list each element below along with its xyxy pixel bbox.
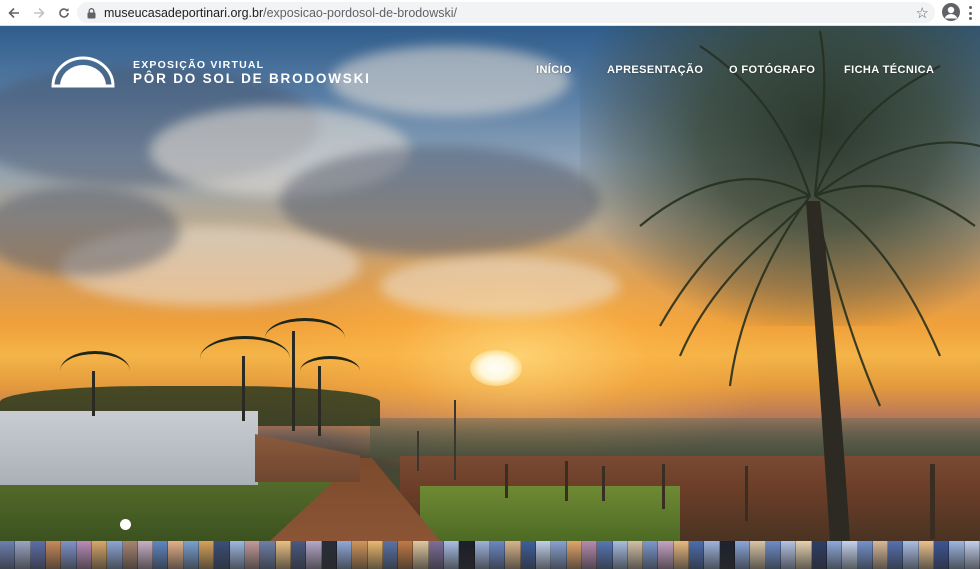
thumbnail-image[interactable] <box>428 541 445 569</box>
palm-fronds-drawing <box>639 30 980 541</box>
thumbnail-image[interactable] <box>367 541 383 569</box>
thumbnail-image[interactable] <box>413 541 429 569</box>
thumbnail-image[interactable] <box>30 541 46 569</box>
browser-toolbar: museucasadeportinari.org.br/exposicao-po… <box>0 0 980 26</box>
arrow-right-icon <box>34 7 45 18</box>
thumbnail-image[interactable] <box>566 541 582 569</box>
thumbnail-image[interactable] <box>934 541 950 569</box>
thumbnail-image[interactable] <box>689 541 705 569</box>
address-bar[interactable]: museucasadeportinari.org.br/exposicao-po… <box>77 2 935 23</box>
thumbnail-image[interactable] <box>45 541 62 569</box>
thumbnail-image[interactable] <box>260 541 276 569</box>
reload-icon <box>59 7 69 18</box>
cloud <box>280 146 600 256</box>
thumbnail-image[interactable] <box>842 541 858 569</box>
thumbnail-image[interactable] <box>275 541 291 569</box>
thumbnail-strip <box>0 541 980 569</box>
thumbnail-image[interactable] <box>183 541 200 569</box>
thumbnail-image[interactable] <box>214 541 230 569</box>
profile-avatar-icon[interactable] <box>942 3 960 21</box>
thumbnail-image[interactable] <box>459 541 475 569</box>
thumbnail-image[interactable] <box>490 541 506 569</box>
sun <box>470 350 522 386</box>
thumbnail-image[interactable] <box>780 541 797 569</box>
palm-frond <box>300 356 360 386</box>
thumbnail-image[interactable] <box>336 541 353 569</box>
thumbnail-image[interactable] <box>949 541 965 569</box>
back-button[interactable] <box>3 2 25 24</box>
thumbnail-image[interactable] <box>76 541 92 569</box>
thumbnail-image[interactable] <box>673 541 690 569</box>
thumbnail-image[interactable] <box>229 541 245 569</box>
nav-link-inicio[interactable]: INÍCIO <box>536 64 572 76</box>
thumbnail-image[interactable] <box>505 541 521 569</box>
thumbnail-image[interactable] <box>474 541 490 569</box>
thumbnail-image[interactable] <box>382 541 399 569</box>
thumbnail-image[interactable] <box>199 541 215 569</box>
thumbnail-image[interactable] <box>597 541 613 569</box>
thumbnail-image[interactable] <box>153 541 169 569</box>
thumbnail-image[interactable] <box>107 541 123 569</box>
arrow-left-icon <box>8 7 19 18</box>
thumbnail-image[interactable] <box>444 541 460 569</box>
thumbnail-image[interactable] <box>888 541 904 569</box>
thumbnail-image[interactable] <box>627 541 644 569</box>
thumbnail-image[interactable] <box>122 541 138 569</box>
thumbnail-image[interactable] <box>719 541 735 569</box>
hero-sunset-image: EXPOSIÇÃO VIRTUAL PÔR DO SOL DE BRODOWSK… <box>0 26 980 541</box>
thumbnail-image[interactable] <box>735 541 751 569</box>
nav-link-o-fotografo[interactable]: O FOTÓGRAFO <box>729 64 815 76</box>
thumbnail-image[interactable] <box>168 541 184 569</box>
thumbnail-image[interactable] <box>245 541 261 569</box>
thumbnail-image[interactable] <box>903 541 919 569</box>
large-palm-tree <box>580 26 980 541</box>
thumbnail-image[interactable] <box>398 541 414 569</box>
url-text: museucasadeportinari.org.br/exposicao-po… <box>104 6 457 20</box>
white-wall <box>0 411 258 485</box>
nav-link-apresentacao[interactable]: APRESENTAÇÃO <box>607 64 703 76</box>
thumbnail-image[interactable] <box>918 541 935 569</box>
thumbnail-image[interactable] <box>872 541 889 569</box>
thumbnail-image[interactable] <box>581 541 598 569</box>
thumbnail-image[interactable] <box>535 541 552 569</box>
thumbnail-image[interactable] <box>137 541 154 569</box>
fence-post <box>565 461 568 501</box>
thumbnail-image[interactable] <box>643 541 659 569</box>
thumbnail-image[interactable] <box>61 541 77 569</box>
lock-icon[interactable] <box>87 7 96 18</box>
thumbnail-image[interactable] <box>612 541 628 569</box>
thumbnail-image[interactable] <box>826 541 843 569</box>
thumbnail-image[interactable] <box>964 541 980 569</box>
browser-menu-icon[interactable] <box>966 4 974 22</box>
url-domain: museucasadeportinari.org.br <box>104 5 264 20</box>
palm-frond <box>265 318 345 358</box>
thumbnail-image[interactable] <box>520 541 536 569</box>
thumbnail-image[interactable] <box>765 541 781 569</box>
reload-button[interactable] <box>53 2 75 24</box>
thumbnail-image[interactable] <box>306 541 322 569</box>
fence-post <box>505 464 508 498</box>
thumbnail-image[interactable] <box>551 541 567 569</box>
thumbnail-image[interactable] <box>352 541 368 569</box>
nav-link-ficha-tecnica[interactable]: FICHA TÉCNICA <box>844 64 934 76</box>
thumbnail-image[interactable] <box>811 541 827 569</box>
thumbnail-image[interactable] <box>15 541 31 569</box>
thumbnail-image[interactable] <box>796 541 812 569</box>
thumbnail-image[interactable] <box>290 541 307 569</box>
thumbnail-image[interactable] <box>704 541 720 569</box>
thumbnail-image[interactable] <box>857 541 873 569</box>
thumbnail-image[interactable] <box>0 541 16 569</box>
utility-pole <box>454 400 456 480</box>
palm-frond <box>60 351 130 391</box>
forward-button[interactable] <box>28 2 50 24</box>
utility-pole <box>417 431 419 471</box>
slide-indicator-dot[interactable] <box>120 519 131 530</box>
url-path: /exposicao-pordosol-de-brodowski/ <box>263 5 457 20</box>
thumbnail-image[interactable] <box>321 541 337 569</box>
thumbnail-image[interactable] <box>91 541 108 569</box>
main-navigation: INÍCIO APRESENTAÇÃO O FOTÓGRAFO FICHA TÉ… <box>0 64 980 80</box>
thumbnail-image[interactable] <box>658 541 674 569</box>
star-icon[interactable]: ☆ <box>916 4 929 22</box>
thumbnail-image[interactable] <box>750 541 766 569</box>
